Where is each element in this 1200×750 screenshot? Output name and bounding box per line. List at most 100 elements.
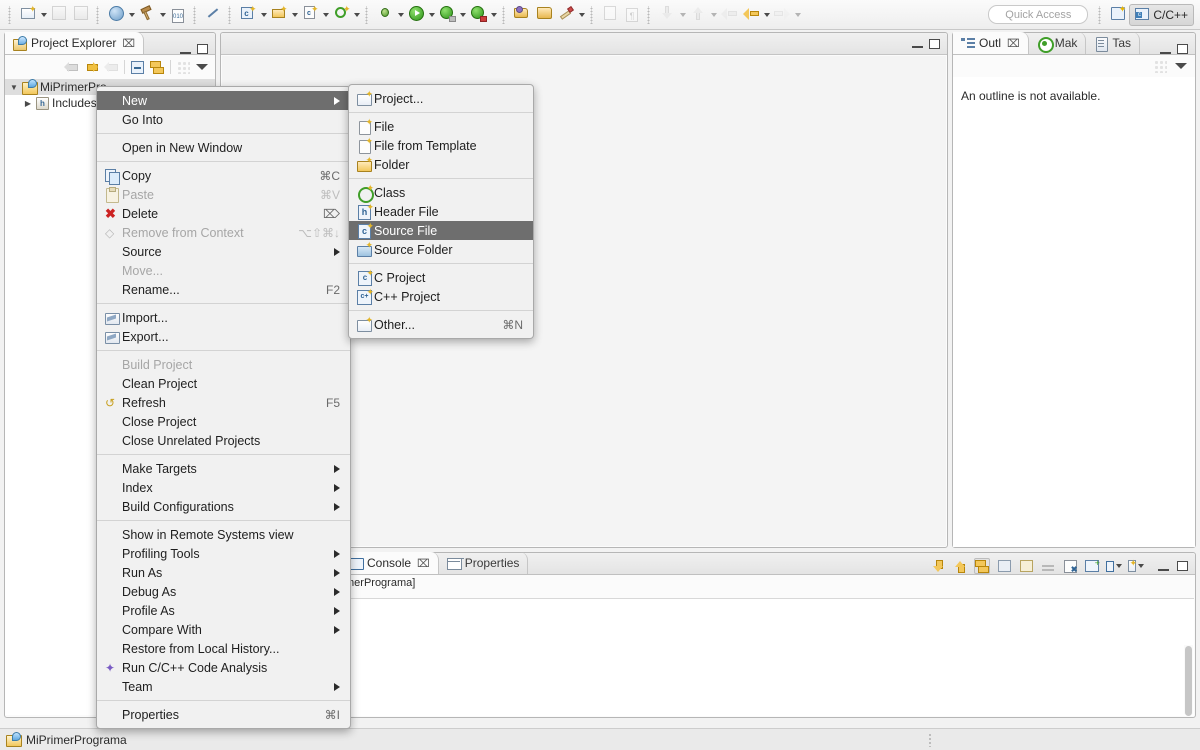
new-wizard-button[interactable]: ✦: [17, 4, 39, 26]
toolbar-grip[interactable]: [501, 6, 508, 24]
toolbar-grip[interactable]: [192, 6, 199, 24]
menu-item-run-c-c-code-analysis[interactable]: ✦Run C/C++ Code Analysis: [97, 658, 350, 677]
menu-item-c-project[interactable]: C++ Project: [349, 287, 533, 306]
menu-item-close-project[interactable]: Close Project: [97, 412, 350, 431]
maximize-button[interactable]: [197, 44, 208, 54]
menu-item-build-configurations[interactable]: Build Configurations: [97, 497, 350, 516]
menu-item-clean-project[interactable]: Clean Project: [97, 374, 350, 393]
chevron-down-icon[interactable]: [290, 4, 299, 26]
menu-item-project[interactable]: Project...: [349, 89, 533, 108]
display-console-icon[interactable]: [1106, 558, 1122, 574]
open-type-button[interactable]: [511, 4, 533, 26]
tab-console[interactable]: Console⌧: [341, 552, 439, 574]
remove-console-icon[interactable]: ✖: [1062, 558, 1078, 574]
close-icon[interactable]: ⌧: [417, 557, 430, 570]
perspective-cpp-button[interactable]: c C/C++: [1129, 4, 1194, 26]
skip-breakpoints-button[interactable]: [202, 4, 224, 26]
menu-item-file[interactable]: File: [349, 117, 533, 136]
tab-properties[interactable]: Properties: [439, 552, 529, 574]
chevron-down-icon[interactable]: [762, 4, 771, 26]
maximize-button[interactable]: [1177, 561, 1188, 571]
build-all-button[interactable]: [105, 4, 127, 26]
forward-icon[interactable]: [84, 61, 98, 73]
chevron-down-icon[interactable]: [709, 4, 718, 26]
word-wrap-icon[interactable]: [1040, 558, 1056, 574]
menu-item-refresh[interactable]: ↺RefreshF5: [97, 393, 350, 412]
menu-item-c-project[interactable]: C Project: [349, 268, 533, 287]
collapse-all-icon[interactable]: [131, 61, 144, 74]
menu-item-import[interactable]: Import...: [97, 308, 350, 327]
chevron-down-icon[interactable]: [39, 4, 48, 26]
toolbar-grip[interactable]: [589, 6, 596, 24]
menu-item-rename[interactable]: Rename...F2: [97, 280, 350, 299]
menu-item-profile-as[interactable]: Profile As: [97, 601, 350, 620]
menu-item-open-in-new-window[interactable]: Open in New Window: [97, 138, 350, 157]
new-c-project-button[interactable]: c✦: [237, 4, 259, 26]
lock-scroll-icon[interactable]: [1018, 558, 1034, 574]
console-scrollbar[interactable]: [1184, 645, 1193, 714]
menu-item-show-in-remote-systems-view[interactable]: Show in Remote Systems view: [97, 525, 350, 544]
chevron-down-icon[interactable]: [458, 4, 467, 26]
toggle-mark-occurrences-button[interactable]: [555, 4, 577, 26]
back-icon[interactable]: [64, 61, 78, 73]
open-perspective-button[interactable]: ✦: [1107, 4, 1129, 26]
menu-item-properties[interactable]: Properties⌘I: [97, 705, 350, 724]
toolbar-grip[interactable]: [7, 6, 14, 24]
minimize-button[interactable]: [1160, 45, 1171, 54]
chevron-down-icon[interactable]: [396, 4, 405, 26]
menu-item-go-into[interactable]: Go Into: [97, 110, 350, 129]
tab-project-explorer[interactable]: Project Explorer ⌧: [5, 32, 144, 54]
minimize-button[interactable]: [1158, 562, 1169, 571]
toolbar-grip[interactable]: [227, 6, 234, 24]
menu-item-new[interactable]: New: [97, 91, 350, 110]
maximize-button[interactable]: [1177, 44, 1188, 54]
scrollbar-thumb[interactable]: [1185, 646, 1192, 716]
hammer-build-button[interactable]: [136, 4, 158, 26]
close-icon[interactable]: ⌧: [122, 37, 135, 50]
menu-item-source[interactable]: Source: [97, 242, 350, 261]
close-icon[interactable]: ⌧: [1007, 37, 1020, 50]
link-with-editor-icon[interactable]: [150, 61, 164, 74]
toolbar-grip[interactable]: [95, 6, 102, 24]
new-class-button[interactable]: ✦: [330, 4, 352, 26]
clear-console-icon[interactable]: [996, 558, 1012, 574]
chevron-down-icon[interactable]: [352, 4, 361, 26]
chevron-down-icon[interactable]: [127, 4, 136, 26]
chevron-down-icon[interactable]: [321, 4, 330, 26]
tab-outl[interactable]: Outl⌧: [953, 32, 1029, 54]
menu-item-export[interactable]: Export...: [97, 327, 350, 346]
debug-bug-button[interactable]: [374, 4, 396, 26]
open-console-icon[interactable]: ✦: [1128, 558, 1144, 574]
menu-item-source-file[interactable]: Source File: [349, 221, 533, 240]
menu-item-source-folder[interactable]: Source Folder: [349, 240, 533, 259]
console-output[interactable]: [342, 598, 1194, 716]
minimize-button[interactable]: [912, 39, 923, 48]
scroll-lock-up-icon[interactable]: [952, 558, 968, 574]
maximize-button[interactable]: [929, 39, 940, 49]
menu-item-index[interactable]: Index: [97, 478, 350, 497]
binary-button[interactable]: 010: [167, 4, 189, 26]
new-source-folder-button[interactable]: ✦: [268, 4, 290, 26]
new-c-source-file-button[interactable]: c✦: [299, 4, 321, 26]
run-external-tools-button[interactable]: [467, 4, 489, 26]
chevron-down-icon[interactable]: [793, 4, 802, 26]
tab-tas[interactable]: Tas: [1086, 32, 1140, 54]
menu-item-file-from-template[interactable]: File from Template: [349, 136, 533, 155]
new-console-view-icon[interactable]: +: [1084, 558, 1100, 574]
run-history-button[interactable]: [436, 4, 458, 26]
chevron-down-icon[interactable]: [489, 4, 498, 26]
chevron-down-icon[interactable]: [259, 4, 268, 26]
open-resource-button[interactable]: [533, 4, 555, 26]
menu-item-folder[interactable]: Folder: [349, 155, 533, 174]
menu-item-copy[interactable]: Copy⌘C: [97, 166, 350, 185]
twisty-collapsed-icon[interactable]: ▶: [23, 99, 33, 108]
view-menu-icon[interactable]: [196, 64, 208, 70]
toolbar-grip[interactable]: [1097, 6, 1104, 24]
menu-item-profiling-tools[interactable]: Profiling Tools: [97, 544, 350, 563]
menu-item-run-as[interactable]: Run As: [97, 563, 350, 582]
run-button[interactable]: [405, 4, 427, 26]
menu-item-close-unrelated-projects[interactable]: Close Unrelated Projects: [97, 431, 350, 450]
menu-item-class[interactable]: Class: [349, 183, 533, 202]
pin-console-icon[interactable]: [974, 558, 990, 574]
chevron-down-icon[interactable]: [427, 4, 436, 26]
